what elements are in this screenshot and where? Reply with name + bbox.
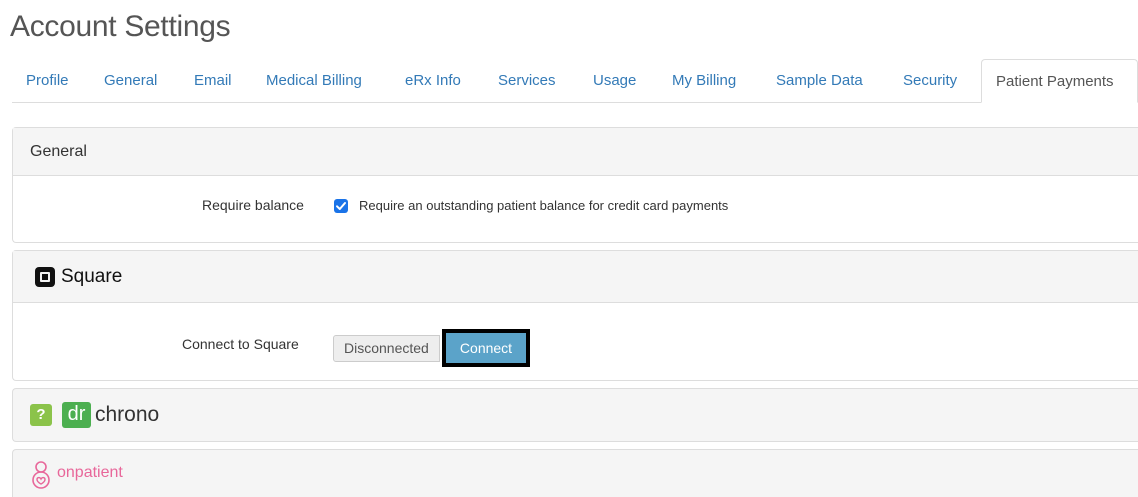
tab-services[interactable]: Services xyxy=(498,59,556,103)
tab-medical-billing[interactable]: Medical Billing xyxy=(266,59,362,103)
require-balance-description: Require an outstanding patient balance f… xyxy=(359,198,729,213)
square-logo-icon xyxy=(35,267,55,287)
tab-patient-payments[interactable]: Patient Payments xyxy=(981,59,1138,103)
checkmark-icon xyxy=(336,202,346,210)
tab-my-billing[interactable]: My Billing xyxy=(672,59,736,103)
square-brand-name: Square xyxy=(61,266,123,287)
connect-square-button[interactable]: Connect xyxy=(442,329,530,367)
general-panel: General Require balance Require an outst… xyxy=(12,127,1138,243)
connect-to-square-label: Connect to Square xyxy=(182,336,299,352)
drchrono-logo-mark: dr xyxy=(62,402,91,428)
tab-general[interactable]: General xyxy=(104,59,157,103)
square-status-badge: Disconnected xyxy=(333,335,440,362)
general-panel-title: General xyxy=(30,143,87,160)
tab-usage[interactable]: Usage xyxy=(593,59,636,103)
tab-sample-data[interactable]: Sample Data xyxy=(776,59,863,103)
drchrono-panel: ? dr chrono xyxy=(12,388,1138,442)
square-panel: Square Connect to Square Disconnected Co… xyxy=(12,250,1138,381)
onpatient-logo-icon xyxy=(32,461,50,489)
require-balance-label: Require balance xyxy=(202,197,304,213)
general-panel-heading: General xyxy=(13,128,1138,176)
question-icon[interactable]: ? xyxy=(30,404,52,426)
settings-tabs: Profile General Email Medical Billing eR… xyxy=(12,59,1138,103)
page-title: Account Settings xyxy=(10,10,231,43)
onpatient-logo-text: onpatient xyxy=(57,464,123,481)
drchrono-logo-text: chrono xyxy=(95,403,160,426)
square-panel-heading: Square xyxy=(13,251,1138,303)
tab-erx-info[interactable]: eRx Info xyxy=(405,59,461,103)
tab-security[interactable]: Security xyxy=(903,59,957,103)
tab-profile[interactable]: Profile xyxy=(26,59,69,103)
onpatient-panel: onpatient xyxy=(12,449,1138,497)
tab-email[interactable]: Email xyxy=(194,59,232,103)
require-balance-checkbox[interactable] xyxy=(334,199,348,213)
